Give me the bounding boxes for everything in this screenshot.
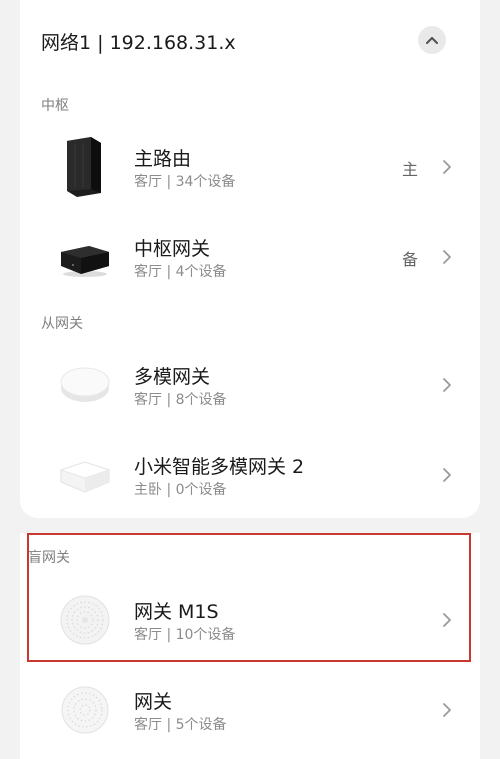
section-label-secondary: 从网关 xyxy=(41,316,83,332)
device-row-multimode-gateway[interactable]: 多模网关 客厅 | 8个设备 xyxy=(20,340,480,430)
gateway-m1s-icon xyxy=(50,585,120,655)
device-row-multimode-gateway-2[interactable]: 小米智能多模网关 2 主卧 | 0个设备 xyxy=(20,430,480,520)
multimode-gateway-icon xyxy=(50,350,120,420)
gateway-icon xyxy=(50,675,120,745)
multimode-gateway-2-icon xyxy=(50,440,120,510)
network-header: 网络1 | 192.168.31.x xyxy=(41,18,461,62)
device-role-badge: 主 xyxy=(402,160,419,179)
device-role-badge: 备 xyxy=(402,250,419,269)
device-name: 中枢网关 xyxy=(134,238,211,260)
section-label-bluetooth: 盲网关 xyxy=(28,550,70,566)
device-name: 小米智能多模网关 2 xyxy=(134,456,305,478)
bluetooth-gateway-card: 盲网关 网关 M1S 客厅 | 10个设备 网关 客厅 | 5个设备 xyxy=(20,533,480,759)
network-card: 网络1 | 192.168.31.x 中枢 主路由 客厅 | 34个设备 主 中… xyxy=(20,0,480,518)
chevron-right-icon xyxy=(443,250,451,264)
device-name: 主路由 xyxy=(134,148,192,170)
device-location-count: 客厅 | 5个设备 xyxy=(134,717,227,733)
device-location-count: 客厅 | 4个设备 xyxy=(134,264,227,280)
chevron-right-icon xyxy=(443,613,451,627)
chevron-right-icon xyxy=(443,703,451,717)
network-title: 网络1 | 192.168.31.x xyxy=(41,32,236,54)
device-location-count: 客厅 | 8个设备 xyxy=(134,392,227,408)
collapse-button[interactable] xyxy=(418,26,446,54)
device-location-count: 客厅 | 34个设备 xyxy=(134,174,236,190)
chevron-right-icon xyxy=(443,468,451,482)
router-icon xyxy=(50,132,120,202)
device-name: 网关 xyxy=(134,691,173,713)
device-location-count: 客厅 | 10个设备 xyxy=(134,627,236,643)
device-row-gateway[interactable]: 网关 客厅 | 5个设备 xyxy=(20,665,480,755)
device-row-gateway-m1s[interactable]: 网关 M1S 客厅 | 10个设备 xyxy=(20,575,480,665)
device-name: 网关 M1S xyxy=(134,601,219,623)
device-name: 多模网关 xyxy=(134,366,211,388)
chevron-up-icon xyxy=(426,36,438,44)
chevron-right-icon xyxy=(443,378,451,392)
chevron-right-icon xyxy=(443,160,451,174)
device-row-hub-gateway[interactable]: 中枢网关 客厅 | 4个设备 备 xyxy=(20,212,480,302)
section-label-hub: 中枢 xyxy=(41,98,69,114)
device-row-main-router[interactable]: 主路由 客厅 | 34个设备 主 xyxy=(20,122,480,212)
hub-gateway-icon xyxy=(50,222,120,292)
device-location-count: 主卧 | 0个设备 xyxy=(134,482,227,498)
